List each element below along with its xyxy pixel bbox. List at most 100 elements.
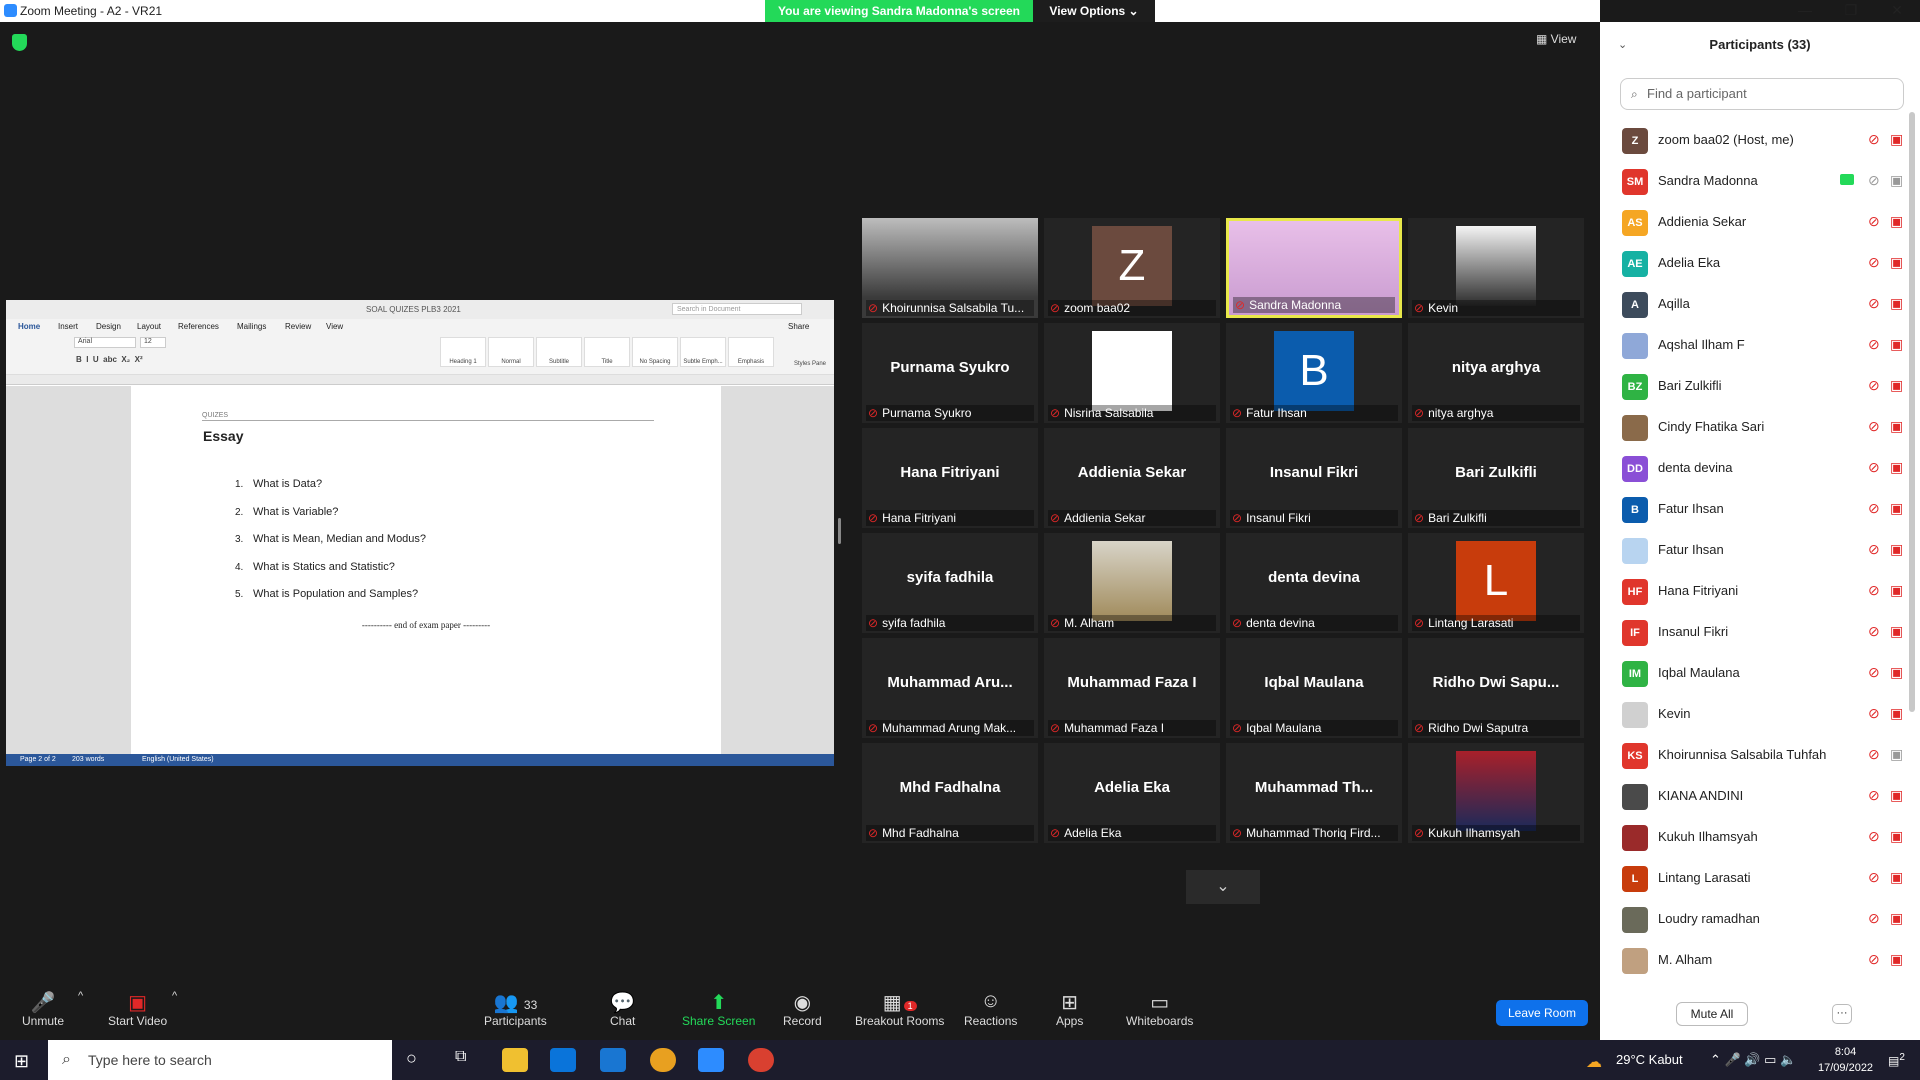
participant-tile[interactable]: Muhammad Th... ⊘ Muhammad Thoriq Fird... [1226, 743, 1402, 843]
taskbar-search-box[interactable]: ⌕ Type here to search [48, 1040, 392, 1080]
participant-tile[interactable]: ⊘ Khoirunnisa Salsabila Tu... [862, 218, 1038, 318]
leave-room-button[interactable]: Leave Room [1496, 1000, 1588, 1026]
participant-row[interactable]: L Lintang Larasati ⊘ ▣ [1620, 858, 1910, 899]
windows-start-icon[interactable]: ⊞ [14, 1051, 29, 1072]
chat-button[interactable]: 💬 Chat [610, 990, 635, 1028]
participant-tile[interactable]: Bari Zulkifli ⊘ Bari Zulkifli [1408, 428, 1584, 528]
video-off-icon[interactable]: ▣ [1890, 623, 1903, 640]
breakout-rooms-button[interactable]: ▦ 1 Breakout Rooms [855, 990, 944, 1028]
chrome-icon[interactable] [650, 1048, 676, 1072]
participant-tile[interactable]: Muhammad Aru... ⊘ Muhammad Arung Mak... [862, 638, 1038, 738]
mic-muted-icon[interactable]: ⊘ [1868, 131, 1880, 148]
video-off-icon[interactable]: ▣ [1890, 746, 1903, 763]
participant-row[interactable]: Aqshal Ilham F ⊘ ▣ [1620, 325, 1910, 366]
task-view-icon[interactable]: ⧉ [455, 1048, 481, 1072]
participant-row[interactable]: B Fatur Ihsan ⊘ ▣ [1620, 489, 1910, 530]
mic-muted-icon[interactable]: ⊘ [1868, 951, 1880, 968]
participant-tile[interactable]: denta devina ⊘ denta devina [1226, 533, 1402, 633]
apps-button[interactable]: ⊞ Apps [1056, 990, 1083, 1028]
video-off-icon[interactable]: ▣ [1890, 951, 1903, 968]
video-off-icon[interactable]: ▣ [1890, 254, 1903, 271]
record-button[interactable]: ◉ Record [783, 990, 822, 1028]
more-options-button[interactable]: ··· [1832, 1004, 1852, 1024]
mic-muted-icon[interactable]: ⊘ [1868, 172, 1880, 189]
participant-tile[interactable]: Ridho Dwi Sapu... ⊘ Ridho Dwi Saputra [1408, 638, 1584, 738]
unmute-button[interactable]: 🎤 Unmute [22, 990, 64, 1028]
chrome-icon[interactable] [748, 1048, 774, 1072]
mail-icon[interactable] [600, 1048, 626, 1072]
participant-row[interactable]: DD denta devina ⊘ ▣ [1620, 448, 1910, 489]
find-participant-input[interactable]: ⌕ Find a participant [1620, 78, 1904, 110]
video-off-icon[interactable]: ▣ [1890, 377, 1903, 394]
mic-muted-icon[interactable]: ⊘ [1868, 582, 1880, 599]
video-off-icon[interactable]: ▣ [1890, 418, 1903, 435]
participant-tile[interactable]: ⊘ Nisrina Salsabila [1044, 323, 1220, 423]
weather-text[interactable]: 29°C Kabut [1616, 1052, 1683, 1067]
participant-tile[interactable]: B ⊘ Fatur Ihsan [1226, 323, 1402, 423]
minimize-icon[interactable]: — [1782, 0, 1828, 22]
mic-muted-icon[interactable]: ⊘ [1868, 787, 1880, 804]
mic-muted-icon[interactable]: ⊘ [1868, 664, 1880, 681]
mic-muted-icon[interactable]: ⊘ [1868, 541, 1880, 558]
taskbar-clock[interactable]: 8:04 17/09/2022 [1818, 1044, 1873, 1076]
video-off-icon[interactable]: ▣ [1890, 869, 1903, 886]
mic-muted-icon[interactable]: ⊘ [1868, 500, 1880, 517]
participant-tile[interactable]: syifa fadhila ⊘ syifa fadhila [862, 533, 1038, 633]
video-off-icon[interactable]: ▣ [1890, 131, 1903, 148]
encryption-shield-icon[interactable] [12, 34, 27, 51]
participant-row[interactable]: KIANA ANDINI ⊘ ▣ [1620, 776, 1910, 817]
maximize-icon[interactable]: ❐ [1828, 0, 1874, 22]
participant-row[interactable]: Zzoom baa02 (Host, me) ⊘ ▣ [1620, 120, 1910, 161]
start-video-button[interactable]: ▣ Start Video [108, 990, 167, 1028]
store-icon[interactable] [550, 1048, 576, 1072]
mic-muted-icon[interactable]: ⊘ [1868, 746, 1880, 763]
system-tray-icons[interactable]: ⌃ 🎤 🔊 ▭ 🔈 [1710, 1052, 1796, 1068]
whiteboards-button[interactable]: ▭ Whiteboards [1126, 990, 1193, 1028]
participant-row[interactable]: BZ Bari Zulkifli ⊘ ▣ [1620, 366, 1910, 407]
video-off-icon[interactable]: ▣ [1890, 582, 1903, 599]
participant-tile[interactable]: ⊘ Kukuh Ilhamsyah [1408, 743, 1584, 843]
participant-tile[interactable]: nitya arghya ⊘ nitya arghya [1408, 323, 1584, 423]
participant-row[interactable]: AE Adelia Eka ⊘ ▣ [1620, 243, 1910, 284]
view-button[interactable]: ▦ View [1536, 32, 1576, 46]
video-off-icon[interactable]: ▣ [1890, 459, 1903, 476]
participant-tile[interactable]: Z ⊘ zoom baa02 [1044, 218, 1220, 318]
mic-muted-icon[interactable]: ⊘ [1868, 377, 1880, 394]
participant-tile[interactable]: Insanul Fikri ⊘ Insanul Fikri [1226, 428, 1402, 528]
close-icon[interactable]: ✕ [1874, 0, 1920, 22]
participant-row[interactable]: Kevin ⊘ ▣ [1620, 694, 1910, 735]
video-off-icon[interactable]: ▣ [1890, 541, 1903, 558]
video-off-icon[interactable]: ▣ [1890, 910, 1903, 927]
mic-muted-icon[interactable]: ⊘ [1868, 910, 1880, 927]
participants-button[interactable]: 👥 33 Participants [484, 990, 547, 1028]
participant-row[interactable]: Fatur Ihsan ⊘ ▣ [1620, 530, 1910, 571]
video-off-icon[interactable]: ▣ [1890, 705, 1903, 722]
participant-tile[interactable]: Addienia Sekar ⊘ Addienia Sekar [1044, 428, 1220, 528]
participant-row[interactable]: HF Hana Fitriyani ⊘ ▣ [1620, 571, 1910, 612]
mic-muted-icon[interactable]: ⊘ [1868, 623, 1880, 640]
zoom-taskbar-icon[interactable] [698, 1048, 724, 1072]
participant-tile[interactable]: Hana Fitriyani ⊘ Hana Fitriyani [862, 428, 1038, 528]
participant-tile[interactable]: Mhd Fadhalna ⊘ Mhd Fadhalna [862, 743, 1038, 843]
shared-screen[interactable]: SOAL QUIZES PLB3 2021 Search in Document… [6, 300, 834, 766]
mic-muted-icon[interactable]: ⊘ [1868, 459, 1880, 476]
participant-tile[interactable]: Adelia Eka ⊘ Adelia Eka [1044, 743, 1220, 843]
participant-row[interactable]: SM Sandra Madonna ⊘ ▣ [1620, 161, 1910, 202]
audio-options-caret[interactable]: ^ [78, 990, 83, 1014]
participant-tile[interactable]: Muhammad Faza I ⊘ Muhammad Faza I [1044, 638, 1220, 738]
mic-muted-icon[interactable]: ⊘ [1868, 336, 1880, 353]
file-explorer-icon[interactable] [502, 1048, 528, 1072]
participant-tile[interactable]: ⊘ Sandra Madonna [1226, 218, 1402, 318]
participant-row[interactable]: IF Insanul Fikri ⊘ ▣ [1620, 612, 1910, 653]
mic-muted-icon[interactable]: ⊘ [1868, 295, 1880, 312]
participant-tile[interactable]: Purnama Syukro ⊘ Purnama Syukro [862, 323, 1038, 423]
video-options-caret[interactable]: ^ [172, 990, 177, 1014]
participant-row[interactable]: Loudry ramadhan ⊘ ▣ [1620, 899, 1910, 940]
mic-muted-icon[interactable]: ⊘ [1868, 418, 1880, 435]
video-off-icon[interactable]: ▣ [1890, 664, 1903, 681]
video-off-icon[interactable]: ▣ [1890, 213, 1903, 230]
splitter-handle[interactable] [838, 518, 841, 544]
notification-icon[interactable]: ▤2 [1888, 1052, 1905, 1068]
reactions-button[interactable]: ☺ Reactions [964, 990, 1017, 1028]
mic-muted-icon[interactable]: ⊘ [1868, 705, 1880, 722]
